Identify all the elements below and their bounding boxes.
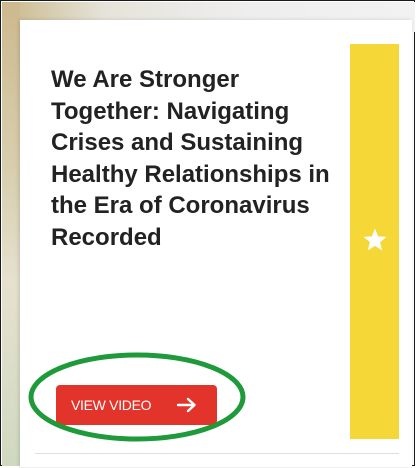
arrow-right-icon <box>176 397 196 413</box>
view-video-button[interactable]: VIEW VIDEO <box>56 385 217 425</box>
star-icon <box>363 228 387 251</box>
screenshot-frame: We Are Stronger Together: Navigating Cri… <box>0 0 415 467</box>
event-title: We Are Stronger Together: Navigating Cri… <box>51 66 330 251</box>
card-divider <box>35 453 399 454</box>
view-video-label: VIEW VIDEO <box>71 397 152 413</box>
background-page-left <box>2 2 20 466</box>
